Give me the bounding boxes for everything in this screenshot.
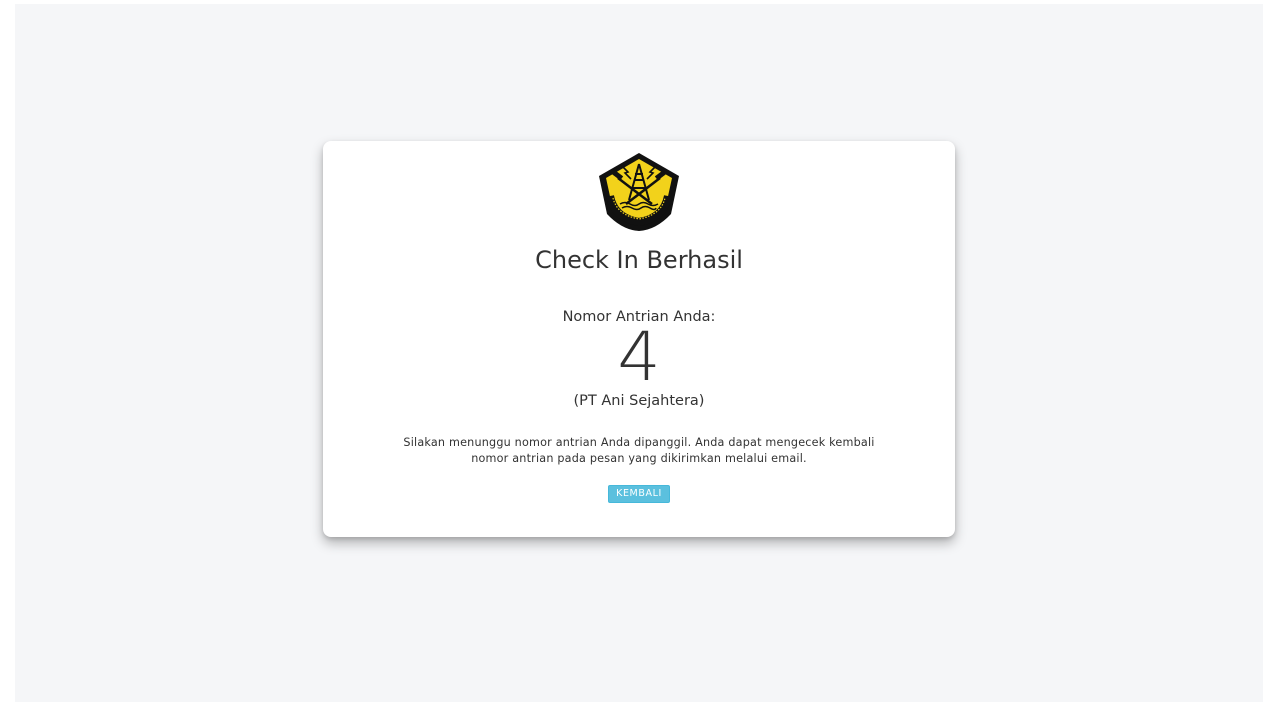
info-message: Silakan menunggu nomor antrian Anda dipa…: [373, 435, 905, 467]
queue-number: 4: [617, 318, 661, 397]
company-name: (PT Ani Sejahtera): [573, 393, 705, 409]
info-message-line-1: Silakan menunggu nomor antrian Anda dipa…: [403, 436, 875, 449]
checkin-card: Check In Berhasil Nomor Antrian Anda: 4 …: [323, 141, 955, 537]
page-title: Check In Berhasil: [535, 246, 743, 274]
back-button[interactable]: KEMBALI: [608, 485, 670, 503]
page-background: Check In Berhasil Nomor Antrian Anda: 4 …: [15, 4, 1263, 702]
info-message-line-2: nomor antrian pada pesan yang dikirimkan…: [471, 452, 807, 465]
esdm-emblem-icon: [599, 153, 679, 231]
